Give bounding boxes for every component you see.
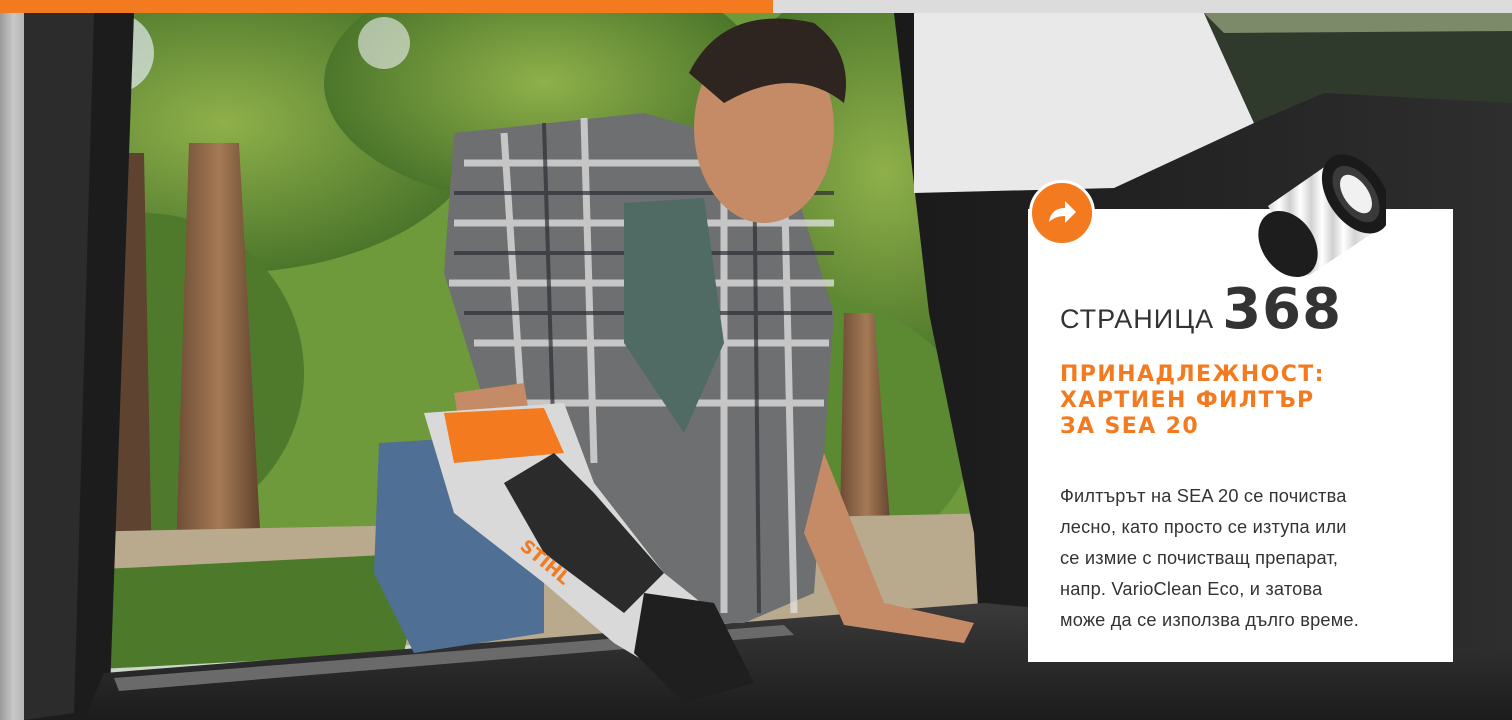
page-label: СТРАНИЦА	[1060, 304, 1215, 334]
body-line: лесно, като просто се изтупа или	[1060, 517, 1347, 537]
heading-line: ХАРТИЕН ФИЛТЪР	[1060, 388, 1315, 413]
page-edge	[0, 0, 24, 720]
page-number: 368	[1222, 277, 1343, 342]
heading-line: ПРИНАДЛЕЖНОСТ:	[1060, 362, 1325, 387]
paper-filter-icon	[1258, 136, 1391, 284]
body-line: Филтърът на SEA 20 се почиства	[1060, 486, 1347, 506]
body-line: може да се използва дълго време.	[1060, 610, 1359, 630]
card-heading: ПРИНАДЛЕЖНОСТ: ХАРТИЕН ФИЛТЪР ЗА SEA 20	[1060, 362, 1420, 440]
card-body-text: Филтърът на SEA 20 се почиства лесно, ка…	[1060, 481, 1440, 636]
page-link-badge[interactable]	[1029, 180, 1095, 246]
body-line: се измие с почистващ препарат,	[1060, 548, 1339, 568]
top-gray-strip	[773, 0, 1512, 13]
heading-line: ЗА SEA 20	[1060, 414, 1200, 439]
body-line: напр. VarioClean Eco, и затова	[1060, 579, 1323, 599]
page-reference: СТРАНИЦА 368	[1060, 282, 1342, 338]
arrow-right-icon	[1049, 201, 1076, 223]
accent-top-bar	[0, 0, 773, 13]
